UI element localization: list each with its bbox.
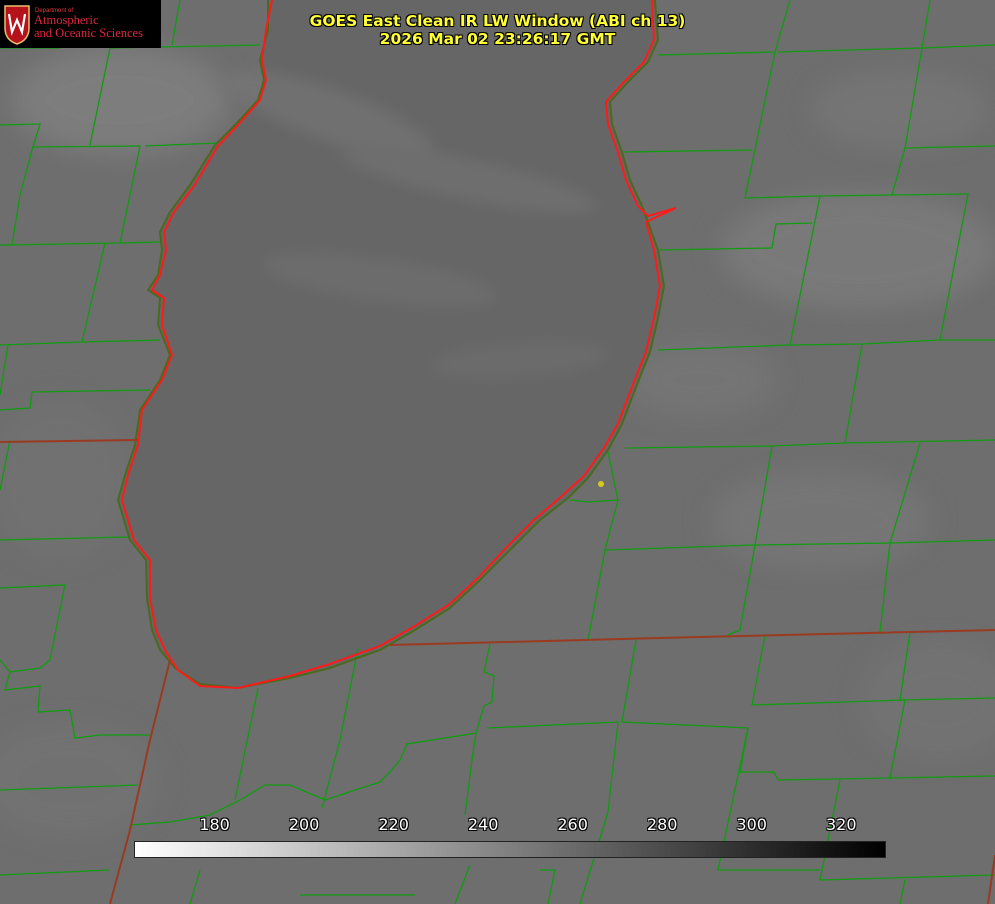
map-canvas[interactable] [0,0,995,904]
colorbar [134,841,886,858]
colorbar-tick-label: 220 [378,815,409,834]
colorbar-tick-label: 280 [646,815,678,834]
satellite-map-view[interactable]: Department of Atmospheric and Oceanic Sc… [0,0,995,904]
product-timestamp: 2026 Mar 02 23:26:17 GMT [379,30,616,48]
colorbar-tick-label: 260 [557,815,588,834]
colorbar-tick-label: 200 [288,815,320,834]
colorbar-tick-label: 300 [736,815,767,834]
colorbar-tick-label: 180 [199,815,230,834]
colorbar-tick-label: 240 [467,815,499,834]
colorbar-tick-label: 320 [825,815,857,834]
product-title: GOES East Clean IR LW Window (ABI ch 13) [309,12,686,30]
location-marker[interactable] [598,481,604,487]
